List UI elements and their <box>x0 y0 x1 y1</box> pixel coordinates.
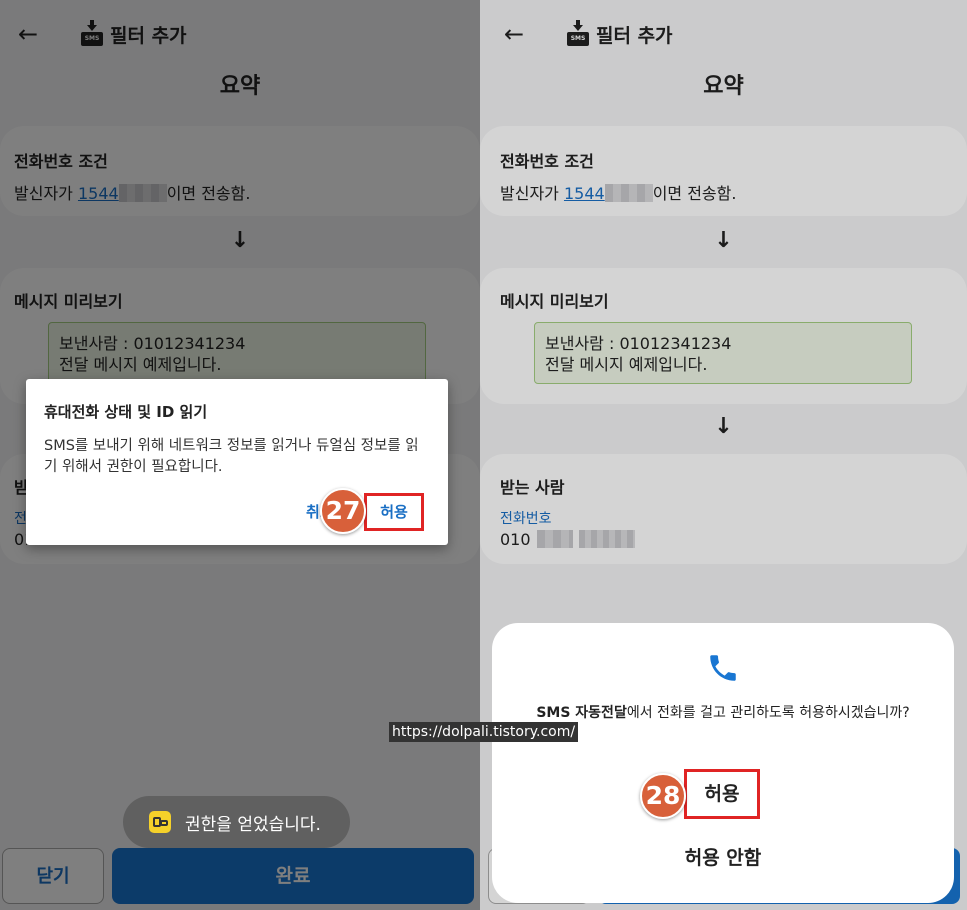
watermark: https://dolpali.tistory.com/ <box>389 722 579 742</box>
permission-dialog-title: 휴대전화 상태 및 ID 읽기 <box>44 403 208 421</box>
step-badge-28: 28 <box>640 773 686 819</box>
permission-dialog-body: SMS를 보내기 위해 네트워크 정보를 읽거나 듀얼심 정보를 읽기 위해서 … <box>44 438 419 475</box>
app-name: SMS 자동전달 <box>536 705 627 721</box>
permission-dialog: 휴대전화 상태 및 ID 읽기 SMS를 보내기 위해 네트워크 정보를 읽거나… <box>26 379 448 545</box>
call-permission-message: SMS 자동전달에서 전화를 걸고 관리하도록 허용하시겠습니까? <box>512 703 934 723</box>
app-icon <box>149 811 171 833</box>
right-screen: ← SMS 필터 추가 요약 전화번호 조건 발신자가 1544 이면 전송함. … <box>480 0 967 910</box>
permission-allow-button[interactable]: 허용 <box>364 493 424 531</box>
call-permission-sheet: SMS 자동전달에서 전화를 걸고 관리하도록 허용하시겠습니까? 허용 허용 … <box>492 623 954 903</box>
toast: 권한을 얻었습니다. <box>123 796 350 848</box>
left-screen: ← SMS 필터 추가 요약 전화번호 조건 발신자가 1544이면 전송함. … <box>0 0 480 910</box>
call-permission-rest: 에서 전화를 걸고 관리하도록 허용하시겠습니까? <box>626 705 910 721</box>
phone-icon <box>710 655 736 681</box>
call-allow-button[interactable]: 허용 <box>684 769 760 819</box>
call-deny-button[interactable]: 허용 안함 <box>492 843 954 870</box>
toast-text: 권한을 얻었습니다. <box>185 814 321 835</box>
step-badge-27: 27 <box>320 488 366 534</box>
